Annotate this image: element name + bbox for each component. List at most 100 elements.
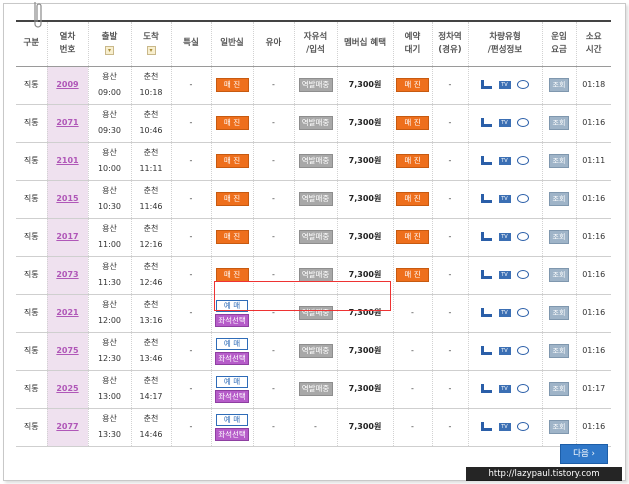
seat-select-button[interactable]: 좌석선택 [215, 389, 249, 403]
cell-car-type: TV [467, 294, 542, 333]
cell-free-seat: 역발매중 [293, 180, 337, 219]
header-arrival[interactable]: 도착 ▾ [130, 20, 171, 67]
view-fare-button[interactable]: 조회 [549, 344, 569, 358]
tv-icon[interactable]: TV [498, 232, 511, 241]
bike-icon[interactable] [517, 80, 530, 89]
train-number-link[interactable]: 2073 [56, 270, 78, 279]
bike-icon[interactable] [517, 346, 530, 355]
seat-icon[interactable] [480, 194, 492, 203]
tv-icon[interactable]: TV [498, 156, 511, 165]
seat-select-button[interactable]: 좌석선택 [215, 427, 249, 441]
seat-select-button[interactable]: 좌석선택 [215, 351, 249, 365]
seat-icon[interactable] [480, 384, 492, 393]
cell-departure: 용산 12:30 [87, 332, 131, 371]
seat-icon[interactable] [480, 232, 492, 241]
bike-icon[interactable] [517, 384, 530, 393]
header-departure[interactable]: 출발 ▾ [87, 20, 131, 67]
train-number-link[interactable]: 2075 [56, 346, 78, 355]
train-number-link[interactable]: 2101 [56, 156, 78, 165]
cell-train-no[interactable]: 2025 [46, 370, 88, 409]
book-button[interactable]: 예 매 [216, 337, 248, 350]
view-fare-button[interactable]: 조회 [549, 116, 569, 130]
header-car-type: 차량유형 /편성정보 [467, 20, 542, 67]
seat-icon[interactable] [480, 346, 492, 355]
cell-special: - [170, 294, 211, 333]
train-number-link[interactable]: 2025 [56, 384, 78, 393]
train-number-link[interactable]: 2071 [56, 118, 78, 127]
tv-icon[interactable]: TV [498, 118, 511, 127]
seat-icon[interactable] [480, 308, 492, 317]
cell-general: 매 진 [210, 142, 253, 181]
cell-special: - [170, 332, 211, 371]
next-button[interactable]: 다음 › [560, 444, 608, 464]
cell-train-no[interactable]: 2073 [46, 256, 88, 295]
bike-icon[interactable] [517, 194, 530, 203]
view-fare-button[interactable]: 조회 [549, 154, 569, 168]
book-button[interactable]: 예 매 [216, 375, 248, 388]
seat-icon[interactable] [480, 80, 492, 89]
cell-free-seat: 역발매중 [293, 332, 337, 371]
cell-car-type: TV [467, 370, 542, 409]
tv-icon[interactable]: TV [498, 308, 511, 317]
cell-train-no[interactable]: 2009 [46, 66, 88, 105]
tv-icon[interactable]: TV [498, 80, 511, 89]
book-button[interactable]: 예 매 [216, 413, 248, 426]
station-sale-badge: 역발매중 [298, 116, 333, 130]
view-fare-button[interactable]: 조회 [549, 78, 569, 92]
view-fare-button[interactable]: 조회 [549, 306, 569, 320]
cell-train-no[interactable]: 2017 [46, 218, 88, 257]
view-fare-button[interactable]: 조회 [549, 268, 569, 282]
seat-icon[interactable] [480, 156, 492, 165]
view-fare-button[interactable]: 조회 [549, 192, 569, 206]
train-number-link[interactable]: 2015 [56, 194, 78, 203]
sold-out-badge: 매 진 [396, 116, 429, 130]
cell-train-no[interactable]: 2075 [46, 332, 88, 371]
cell-car-type: TV [467, 256, 542, 295]
train-number-link[interactable]: 2009 [56, 80, 78, 89]
bike-icon[interactable] [517, 156, 530, 165]
station-sale-badge: 역발매중 [298, 230, 333, 244]
sold-out-badge: 매 진 [215, 116, 249, 130]
seat-icon[interactable] [480, 422, 492, 431]
cell-train-no[interactable]: 2071 [46, 104, 88, 143]
cell-free-seat: - [293, 408, 337, 447]
tv-icon[interactable]: TV [498, 194, 511, 203]
tv-icon[interactable]: TV [498, 270, 511, 279]
cell-train-no[interactable]: 2077 [46, 408, 88, 447]
sort-icon[interactable]: ▾ [146, 45, 156, 55]
cell-train-no[interactable]: 2101 [46, 142, 88, 181]
cell-train-no[interactable]: 2015 [46, 180, 88, 219]
bike-icon[interactable] [517, 232, 530, 241]
cell-departure: 용산 10:00 [87, 142, 131, 181]
seat-icon[interactable] [480, 270, 492, 279]
cell-member-fare: 7,300원 [336, 104, 393, 143]
cell-departure: 용산 13:00 [87, 370, 131, 409]
sort-icon[interactable]: ▾ [105, 45, 114, 55]
tv-icon[interactable]: TV [498, 384, 511, 393]
train-number-link[interactable]: 2021 [56, 308, 78, 317]
bike-icon[interactable] [517, 118, 530, 127]
empty-value: - [411, 346, 414, 355]
cell-duration: 01:18 [575, 66, 611, 105]
paperclip-icon [34, 2, 42, 28]
sold-out-badge: 매 진 [215, 268, 249, 282]
cell-fare: 조회 [541, 104, 576, 143]
bike-icon[interactable] [517, 422, 530, 431]
cell-special: - [170, 256, 211, 295]
view-fare-button[interactable]: 조회 [549, 382, 569, 396]
tv-icon[interactable]: TV [498, 346, 511, 355]
train-number-link[interactable]: 2017 [56, 232, 78, 241]
bike-icon[interactable] [517, 308, 530, 317]
cell-reservation: - [392, 370, 432, 409]
train-number-link[interactable]: 2077 [56, 422, 78, 431]
tv-icon[interactable]: TV [498, 422, 511, 431]
seat-icon[interactable] [480, 118, 492, 127]
header-member-discount: 멤버십 혜택 [336, 20, 393, 67]
bike-icon[interactable] [517, 270, 530, 279]
view-fare-button[interactable]: 조회 [549, 420, 569, 434]
cell-train-no[interactable]: 2021 [46, 294, 88, 333]
highlight-box [214, 281, 391, 311]
table-row: 직통 2015 용산 10:30 춘천 11:46 - 매 진 - 역발매중 7,3… [16, 180, 611, 219]
seat-select-button[interactable]: 좌석선택 [215, 313, 249, 327]
view-fare-button[interactable]: 조회 [549, 230, 569, 244]
